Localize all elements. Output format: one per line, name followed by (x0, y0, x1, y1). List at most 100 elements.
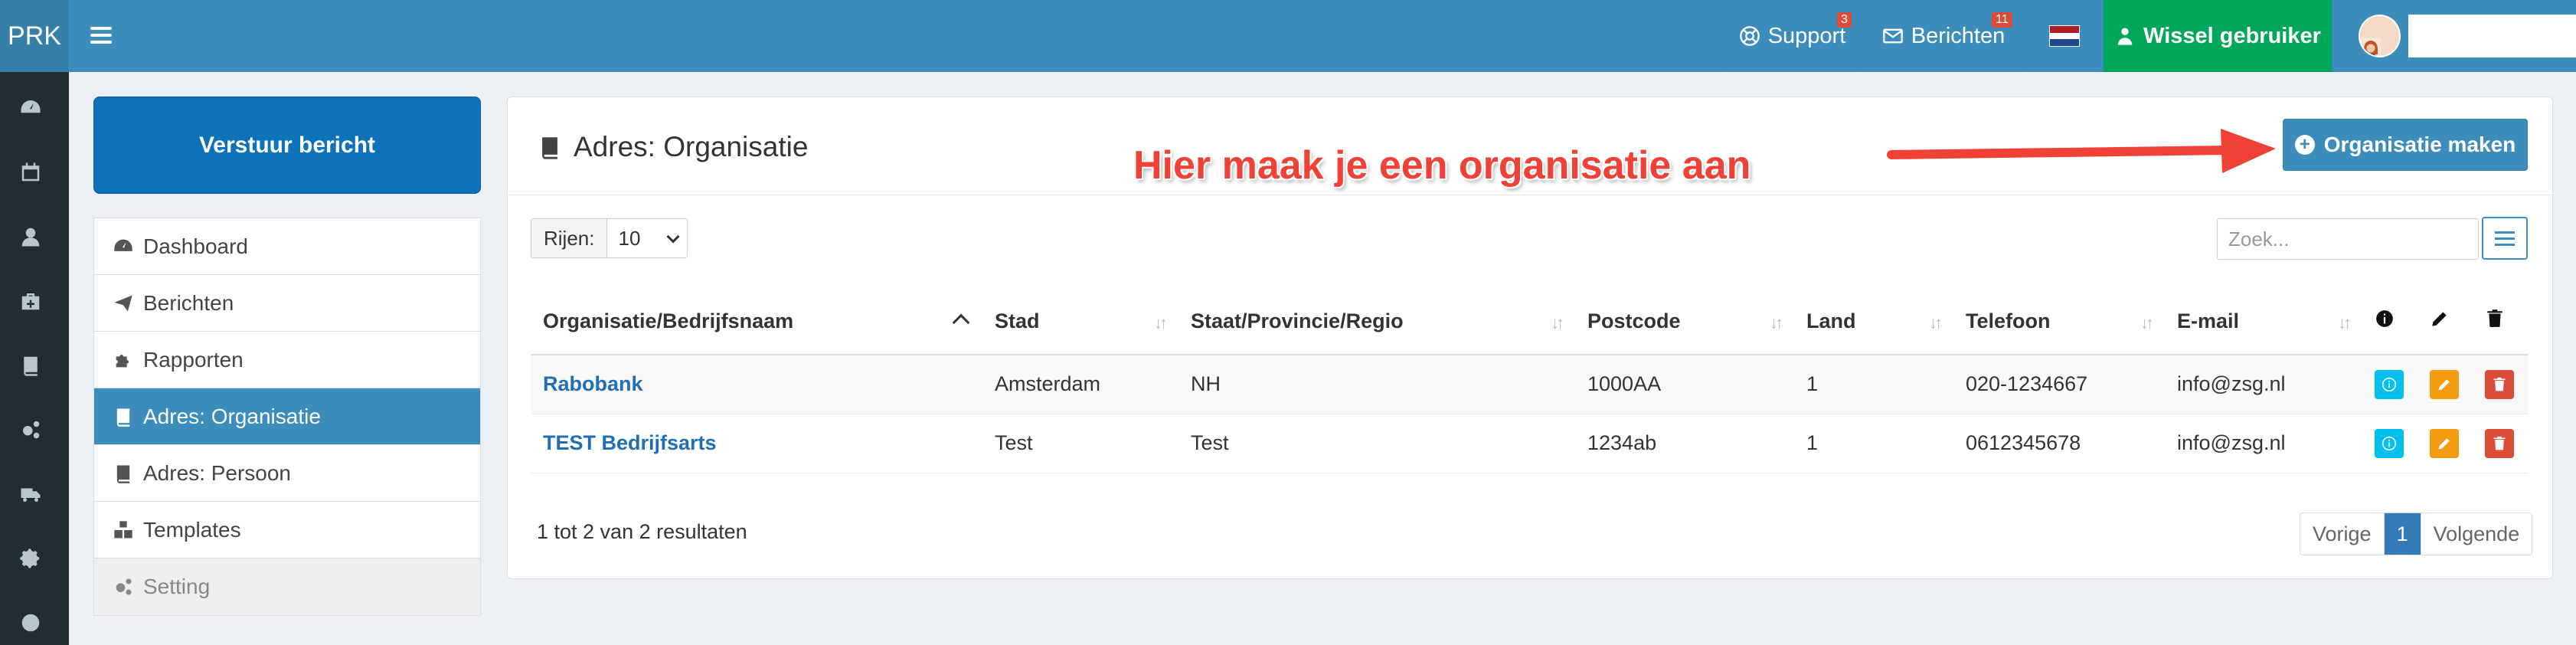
plus-circle-icon: + (2294, 135, 2315, 155)
sidebar-menu: Dashboard Berichten Rapporten Adres: Org… (93, 218, 481, 616)
sidebar-item-templates[interactable]: Templates (94, 502, 480, 558)
cubes-icon (114, 520, 132, 538)
cogs-icon (116, 578, 132, 595)
pencil-icon (2438, 379, 2450, 391)
column-header[interactable]: Postcode ↓↑ (1575, 289, 1794, 355)
dashboard-icon[interactable] (18, 95, 44, 121)
delete-button[interactable] (2485, 428, 2514, 458)
calendar-icon[interactable] (18, 159, 44, 185)
table-cell: info@zsg.nl (2165, 414, 2362, 473)
pagination: Vorige 1 Volgende (2300, 512, 2533, 555)
switch-user-button[interactable]: Wissel gebruiker (2104, 0, 2332, 72)
sidebar-item-label: Berichten (143, 290, 234, 315)
support-badge: 3 (1837, 12, 1852, 28)
pager-prev[interactable]: Vorige (2300, 513, 2385, 555)
sidebar-item-setting[interactable]: Setting (94, 558, 480, 615)
gear-icon[interactable] (18, 545, 44, 571)
sort-icon: ↓↑ (1551, 313, 1564, 332)
puzzle-icon (116, 354, 129, 367)
organisation-table: Organisatie/Bedrijfsnaam Stad ↓↑ Staat/Pr… (531, 289, 2528, 473)
truck-icon[interactable] (18, 481, 44, 507)
trash-icon (2487, 309, 2502, 327)
table-cell: Test (1178, 414, 1575, 473)
circle-icon[interactable] (18, 610, 44, 636)
pencil-icon (2438, 437, 2450, 449)
chevron-down-icon (666, 230, 680, 244)
info-circle-icon (2376, 310, 2393, 327)
sort-icon: ↓↑ (1154, 313, 1168, 332)
edit-button[interactable] (2430, 369, 2459, 399)
create-organisation-button[interactable]: + Organisatie maken (2283, 119, 2528, 171)
book-icon (116, 465, 130, 483)
nl-flag-icon (2048, 25, 2080, 47)
table-cell: 1000AA (1575, 355, 1794, 414)
messages-menu[interactable]: Berichten 11 (1861, 0, 2025, 72)
user-menu[interactable] (2332, 0, 2576, 72)
rows-select-value: 10 (618, 227, 641, 250)
send-message-button[interactable]: Verstuur bericht (93, 97, 481, 194)
lifebuoy-icon (1739, 26, 1760, 46)
send-icon (114, 295, 132, 311)
column-header[interactable]: Staat/Provincie/Regio ↓↑ (1178, 289, 1575, 355)
switch-user-label: Wissel gebruiker (2143, 24, 2321, 48)
rows-select[interactable]: 10 (607, 219, 687, 257)
book-icon (116, 408, 130, 427)
user-secret-icon (2117, 28, 2133, 45)
user-icon[interactable] (18, 224, 44, 250)
column-header[interactable]: Organisatie/Bedrijfsnaam (531, 289, 982, 355)
envelope-icon (1882, 28, 1903, 44)
table-cell: NH (1178, 355, 1575, 414)
pager-current[interactable]: 1 (2384, 513, 2421, 555)
table-cell: Amsterdam (982, 355, 1178, 414)
support-menu[interactable]: Support 3 (1723, 0, 1861, 72)
column-header[interactable]: E-mail ↓↑ (2165, 289, 2362, 355)
results-summary: 1 tot 2 van 2 resultaten (537, 520, 747, 543)
trash-icon (2493, 377, 2506, 391)
pager-next[interactable]: Volgende (2421, 513, 2532, 555)
delete-column-header (2473, 289, 2528, 355)
organisation-link[interactable]: TEST Bedrijfsarts (543, 431, 717, 454)
sidebar-item-berichten[interactable]: Berichten (94, 275, 480, 332)
book-icon[interactable] (18, 352, 44, 378)
sidebar-item-dashboard[interactable]: Dashboard (94, 218, 480, 275)
info-button[interactable] (2375, 428, 2404, 458)
sidebar-item-rapporten[interactable]: Rapporten (94, 332, 480, 388)
column-header[interactable]: Stad ↓↑ (982, 289, 1178, 355)
sidebar-item-adres-organisatie[interactable]: Adres: Organisatie (94, 388, 480, 445)
column-header[interactable]: Land ↓↑ (1794, 289, 1953, 355)
delete-button[interactable] (2485, 369, 2514, 399)
page-title-text: Adres: Organisatie (574, 131, 809, 162)
info-button[interactable] (2375, 369, 2404, 399)
sort-icon: ↓↑ (1929, 313, 1943, 332)
table-cell: 1234ab (1575, 414, 1794, 473)
app-logo[interactable]: PRK (0, 0, 69, 72)
edit-button[interactable] (2430, 428, 2459, 458)
book-icon (542, 137, 557, 159)
annotation-text: Hier maak je een organisatie aan (1133, 143, 1751, 188)
cogs-icon[interactable] (18, 417, 44, 443)
table-header-row: Organisatie/Bedrijfsnaam Stad ↓↑ Staat/Pr… (531, 289, 2528, 355)
sort-icon: ↓↑ (2338, 313, 2352, 332)
column-header[interactable]: Telefoon ↓↑ (1953, 289, 2165, 355)
sidebar-item-label: Templates (143, 517, 241, 542)
pencil-icon (2432, 312, 2447, 326)
dashboard-icon (114, 239, 132, 251)
table-row: Rabobank Amsterdam NH 1000AA 1 020-12346… (531, 355, 2528, 414)
top-navbar: PRK Support 3 Berichten 11 Wissel gebrui… (0, 0, 2576, 72)
menu-toggle-icon[interactable] (90, 23, 112, 49)
sidebar-item-adres-persoon[interactable]: Adres: Persoon (94, 445, 480, 502)
column-toggle-button[interactable] (2482, 217, 2528, 260)
rows-label: Rijen: (531, 219, 608, 257)
sidebar-item-label: Setting (143, 575, 211, 598)
sidebar-item-label: Rapporten (143, 347, 244, 372)
language-switch[interactable] (2025, 0, 2102, 72)
organisation-link[interactable]: Rabobank (543, 372, 643, 395)
medkit-icon[interactable] (18, 288, 44, 314)
search-input[interactable]: Zoek... (2217, 218, 2479, 260)
info-icon (2381, 436, 2397, 450)
sort-icon: ↓↑ (1770, 313, 1783, 332)
icon-sidebar (0, 72, 69, 645)
trash-icon (2493, 436, 2506, 450)
info-column-header (2362, 289, 2417, 355)
messages-label: Berichten (1911, 24, 2006, 48)
